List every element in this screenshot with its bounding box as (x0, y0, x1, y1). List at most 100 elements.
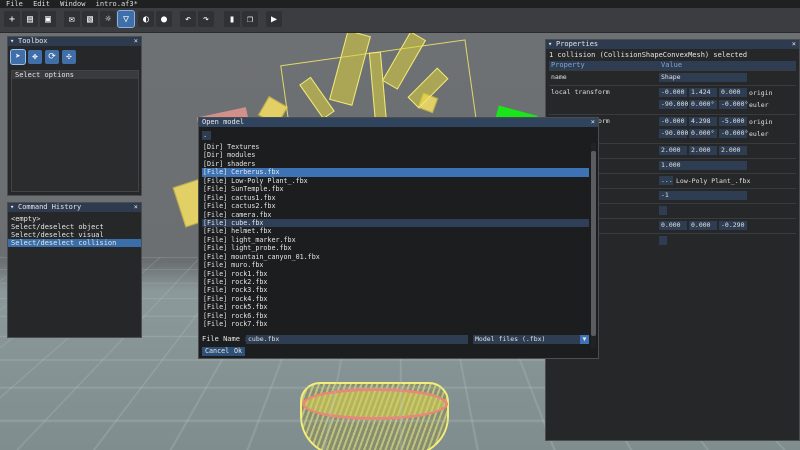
save-icon[interactable]: ▣ (40, 11, 56, 27)
file-list-item[interactable]: [File] SunTemple.fbx (202, 185, 589, 193)
path-button[interactable]: . (202, 131, 211, 140)
file-list-item[interactable]: [File] rock7.fbx (202, 320, 589, 328)
file-list-item[interactable]: [File] cactus1.fbx (202, 194, 589, 202)
file-list-item[interactable]: [File] rock2.fbx (202, 278, 589, 286)
local-euler-y[interactable]: 0.000° (689, 100, 717, 109)
file-list-item[interactable]: [File] Low-Poly Plant_.fbx (202, 177, 589, 185)
file-list-item[interactable]: [File] light_marker.fbx (202, 236, 589, 244)
close-icon[interactable]: × (591, 118, 595, 127)
file-list-item[interactable]: [File] cactus2.fbx (202, 202, 589, 210)
ok-button[interactable]: Ok (231, 347, 246, 356)
envelope-icon[interactable]: ✉ (64, 11, 80, 27)
toolbox-title[interactable]: Toolbox × (8, 37, 141, 46)
close-icon[interactable]: × (792, 40, 796, 49)
file-list-item[interactable]: [Dir] modules (202, 151, 589, 159)
command-history-title[interactable]: Command History × (8, 203, 141, 212)
file-list-item[interactable]: [File] rock5.fbx (202, 303, 589, 311)
properties-title-text: Properties (556, 40, 599, 48)
offset-x[interactable]: 0.000 (659, 221, 687, 230)
file-list-item-highlighted[interactable]: [File] cube.fbx (202, 218, 589, 228)
world-euler-z[interactable]: -0.000° (719, 129, 748, 138)
local-euler-z[interactable]: -0.000° (719, 100, 748, 109)
close-icon[interactable]: × (134, 37, 138, 46)
offset-z[interactable]: -0.290 (719, 221, 747, 230)
toolbox-title-text: Toolbox (18, 37, 48, 45)
name-field[interactable]: Shape (659, 73, 747, 82)
cancel-button[interactable]: Cancel (202, 347, 233, 356)
rotate-icon[interactable]: ⟳ (45, 50, 59, 64)
properties-title[interactable]: Properties × (546, 40, 799, 49)
value-field[interactable]: 1.000 (659, 161, 747, 170)
file-list-item[interactable]: [File] rock6.fbx (202, 312, 589, 320)
int-field[interactable]: -1 (659, 191, 747, 200)
target-icon[interactable]: ◐ (138, 11, 154, 27)
local-euler-x[interactable]: -90.000 (659, 100, 688, 109)
history-item[interactable]: Select/deselect visual (8, 231, 141, 239)
file-list-item[interactable]: [File] mountain_canyon_01.fbx (202, 253, 589, 261)
filename-label: File Name : (202, 335, 249, 343)
euler-label: euler (749, 101, 769, 109)
scrollbar-thumb[interactable] (591, 151, 596, 336)
file-list-item[interactable]: [File] helmet.fbx (202, 227, 589, 235)
copy-icon[interactable]: ❐ (242, 11, 258, 27)
file-list-item[interactable]: [Dir] Textures (202, 143, 589, 151)
history-item[interactable]: Select/deselect object (8, 223, 141, 231)
scale-z[interactable]: 2.000 (719, 146, 747, 155)
offset-y[interactable]: 0.000 (689, 221, 717, 230)
play-icon[interactable]: ▶ (266, 11, 282, 27)
prop-label: name (551, 73, 567, 81)
file-list-item[interactable]: [File] rock1.fbx (202, 270, 589, 278)
filename-input[interactable]: cube.fbx (246, 335, 468, 344)
select-options-label: Select options (12, 71, 138, 79)
local-origin-x[interactable]: -0.000 (659, 88, 687, 97)
origin-label: origin (749, 118, 773, 126)
undo-icon[interactable]: ↶ (180, 11, 196, 27)
move-icon[interactable]: ✥ (28, 50, 42, 64)
trash-icon[interactable]: ▮ (224, 11, 240, 27)
prop-row-name: name Shape (549, 70, 796, 85)
file-list-item-selected[interactable]: [File] Cerberus.fbx (202, 168, 589, 177)
mesh-filename: Low-Poly Plant_.fbx (676, 177, 751, 185)
file-list-item[interactable]: [File] muro.fbx (202, 261, 589, 269)
new-file-icon[interactable]: + (4, 11, 20, 27)
chevron-down-icon[interactable]: ▼ (580, 335, 589, 344)
scale-icon[interactable]: ✣ (62, 50, 76, 64)
file-list-item[interactable]: [File] rock3.fbx (202, 286, 589, 294)
origin-label: origin (749, 89, 773, 97)
history-item-selected[interactable]: Select/deselect collision (8, 239, 141, 247)
checkbox[interactable] (659, 236, 667, 245)
menu-edit[interactable]: Edit (33, 0, 50, 8)
world-origin-x[interactable]: -0.000 (659, 117, 687, 126)
plant-pot-rim (302, 388, 448, 420)
filter-icon[interactable]: ▽ (117, 10, 135, 28)
scale-y[interactable]: 2.000 (689, 146, 717, 155)
world-euler-x[interactable]: -90.000 (659, 129, 688, 138)
history-item[interactable]: <empty> (8, 215, 141, 223)
file-list-item[interactable]: [File] rock4.fbx (202, 295, 589, 303)
scale-x[interactable]: 2.000 (659, 146, 687, 155)
file-type-select[interactable]: Model files (.fbx) ▼ (473, 335, 589, 344)
sun-icon[interactable]: ☼ (100, 11, 116, 27)
file-list-item[interactable]: [Dir] shaders (202, 160, 589, 168)
file-list-item[interactable]: [File] camera.fbx (202, 211, 589, 219)
command-history-panel: Command History × <empty> Select/deselec… (7, 202, 142, 338)
redo-icon[interactable]: ↷ (198, 11, 214, 27)
menu-file[interactable]: File (6, 0, 23, 8)
menu-window[interactable]: Window (60, 0, 85, 8)
euler-label: euler (749, 130, 769, 138)
world-origin-z[interactable]: -5.000 (719, 117, 747, 126)
local-origin-z[interactable]: 0.000 (719, 88, 747, 97)
image-icon[interactable]: ▧ (82, 11, 98, 27)
file-list-item[interactable]: [File] light_probe.fbx (202, 244, 589, 252)
world-euler-y[interactable]: 0.000° (689, 129, 717, 138)
dialog-title-bar[interactable]: Open model × (199, 118, 598, 127)
browse-mesh-button[interactable]: ... (659, 176, 673, 185)
select-arrow-icon[interactable]: ➤ (10, 49, 26, 65)
world-origin-y[interactable]: 4.298 (689, 117, 717, 126)
checkbox[interactable] (659, 206, 667, 215)
local-origin-y[interactable]: 1.424 (689, 88, 717, 97)
sphere-icon[interactable]: ● (156, 11, 172, 27)
close-icon[interactable]: × (134, 203, 138, 212)
open-file-icon[interactable]: ▤ (22, 11, 38, 27)
file-list-scrollbar[interactable] (591, 143, 596, 348)
